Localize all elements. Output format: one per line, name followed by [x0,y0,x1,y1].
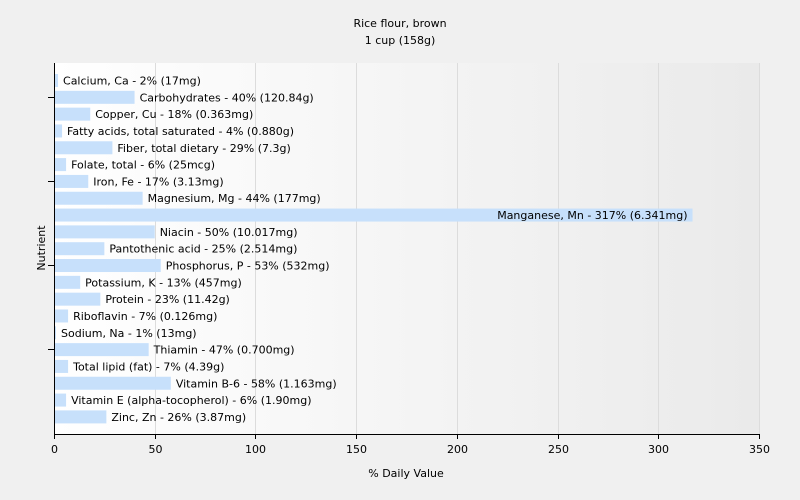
bar [55,124,63,138]
bar-label: Sodium, Na - 1% (13mg) [61,327,197,340]
bar-label: Pantothenic acid - 25% (2.514mg) [109,243,297,256]
bar [55,141,113,155]
bar-label: Phosphorus, P - 53% (532mg) [166,260,330,273]
bar-label: Copper, Cu - 18% (0.363mg) [95,108,253,121]
bar [55,376,171,390]
bar [55,393,67,407]
y-axis-label: Nutrient [35,225,48,271]
bar [55,158,67,172]
x-tick-label: 0 [51,443,58,456]
bar-label: Riboflavin - 7% (0.126mg) [73,310,217,323]
bar [55,74,59,87]
bar [55,191,143,205]
bar-label: Vitamin E (alpha-tocopherol) - 6% (1.90m… [71,394,311,407]
bar-label: Carbohydrates - 40% (120.84g) [140,91,314,104]
bar [55,292,101,306]
bar-label: Fiber, total dietary - 29% (7.3g) [117,142,290,155]
x-tick-label: 250 [548,443,569,456]
bar-label: Total lipid (fat) - 7% (4.39g) [72,360,224,373]
x-axis-label: % Daily Value [368,467,444,480]
bar [55,107,91,121]
bar-label: Calcium, Ca - 2% (17mg) [63,75,201,88]
bar [55,309,69,323]
bar [55,326,57,340]
bar-label: Potassium, K - 13% (457mg) [85,276,242,289]
bar [55,90,135,104]
x-tick-label: 100 [245,443,266,456]
bar-label: Fatty acids, total saturated - 4% (0.880… [67,125,294,138]
bar [55,259,161,273]
bar [55,225,155,239]
x-tick-label: 300 [648,443,669,456]
x-tick-label: 200 [447,443,468,456]
bar [55,275,81,289]
chart-subtitle: 1 cup (158g) [365,34,436,47]
chart-title: Rice flour, brown [353,17,446,30]
bar [55,410,107,424]
bar-label: Iron, Fe - 17% (3.13mg) [93,175,223,188]
x-tick-label: 350 [749,443,770,456]
bar [55,359,69,373]
bar-label: Folate, total - 6% (25mcg) [71,159,215,172]
x-tick-label: 150 [346,443,367,456]
bar-label: Thiamin - 47% (0.700mg) [153,344,295,357]
bar [55,242,105,256]
bar-label: Protein - 23% (11.42g) [105,293,230,306]
bar-label: Magnesium, Mg - 44% (177mg) [148,192,321,205]
bar [55,343,149,357]
bar-label: Vitamin B-6 - 58% (1.163mg) [176,377,337,390]
chart: Calcium, Ca - 2% (17mg) Carbohydrates - 4… [0,0,800,500]
bar [55,174,89,188]
bar-label: Niacin - 50% (10.017mg) [160,226,298,239]
chart-svg: Calcium, Ca - 2% (17mg) Carbohydrates - 4… [35,17,770,480]
x-tick-label: 50 [149,443,163,456]
bar-label: Manganese, Mn - 317% (6.341mg) [497,209,687,222]
bar-label: Zinc, Zn - 26% (3.87mg) [111,411,246,424]
